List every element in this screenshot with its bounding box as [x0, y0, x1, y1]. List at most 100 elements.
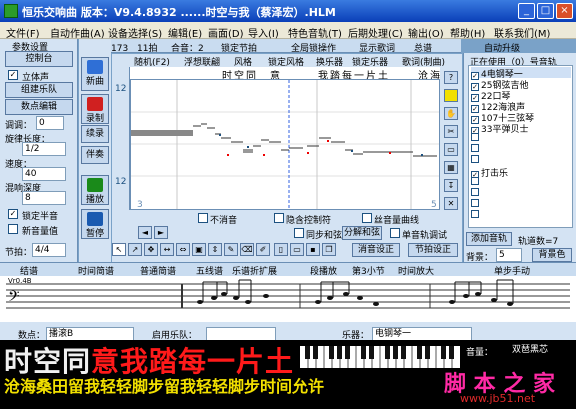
select-icon[interactable]: ▣: [192, 243, 206, 256]
key-select[interactable]: 0: [36, 116, 64, 130]
tempo-select[interactable]: 4/4: [32, 243, 66, 257]
continue-record-button[interactable]: 续录: [81, 125, 109, 143]
move-icon[interactable]: ✥: [144, 243, 158, 256]
copy-icon[interactable]: ▭: [444, 143, 458, 156]
lock-semitone-checkbox[interactable]: ✓: [8, 209, 18, 219]
track-checkbox[interactable]: [471, 210, 479, 218]
split-harmony-button[interactable]: 分解和弦: [342, 226, 382, 240]
menu-edit[interactable]: 编辑(E): [168, 25, 202, 40]
accompany-button[interactable]: 伴奏: [81, 146, 109, 164]
add-track-button[interactable]: 添加音轨: [466, 232, 512, 246]
pointer-icon[interactable]: ↖: [112, 243, 126, 256]
arrow-right-icon[interactable]: ►: [154, 226, 168, 239]
track-checkbox[interactable]: [471, 155, 479, 163]
play-button[interactable]: 播放: [81, 175, 109, 205]
eraser-icon[interactable]: ⌫: [240, 243, 254, 256]
piano-roll-canvas[interactable]: 3 5: [130, 79, 440, 210]
track-checkbox[interactable]: [471, 199, 479, 207]
hand-icon[interactable]: ✋: [444, 107, 458, 120]
reverb-depth-select[interactable]: 8: [22, 191, 66, 205]
new-song-button[interactable]: 新曲: [81, 57, 109, 91]
track-item[interactable]: ✓ 33平弹贝士: [471, 122, 528, 135]
hidden-control-checkbox[interactable]: [274, 213, 284, 223]
note-cluster[interactable]: [131, 130, 193, 136]
menu-auto-compose[interactable]: 自动作曲(A): [50, 25, 105, 40]
open-folder-icon[interactable]: ▭: [290, 243, 304, 256]
resize-icon[interactable]: ↔: [160, 243, 174, 256]
new-file-icon[interactable]: ▯: [274, 243, 288, 256]
lock-beat-toggle[interactable]: 锁定节拍: [221, 41, 257, 54]
no-reverb-checkbox[interactable]: [198, 213, 208, 223]
track-checkbox[interactable]: [471, 177, 479, 185]
bulb-icon[interactable]: [444, 89, 458, 102]
minimize-button[interactable]: _: [518, 3, 535, 19]
total-score-tab[interactable]: 总谱: [414, 41, 432, 54]
menu-import[interactable]: 导入(I): [248, 25, 279, 40]
track-item[interactable]: ✓ 122海浪声: [471, 100, 525, 113]
stereo-checkbox[interactable]: ✓: [8, 70, 18, 80]
rhythm-select[interactable]: 1/2: [22, 142, 66, 156]
show-lyrics-toggle[interactable]: 显示歌词: [359, 41, 395, 54]
save-icon[interactable]: ▪: [306, 243, 320, 256]
reverb-settings-button[interactable]: 消音设正: [352, 243, 400, 257]
new-volume-checkbox[interactable]: [8, 224, 18, 234]
menu-file[interactable]: 文件(F): [6, 25, 40, 40]
track-item[interactable]: [471, 199, 481, 210]
numeric-select[interactable]: 播滚B: [46, 327, 134, 341]
menu-output[interactable]: 输出(O): [408, 25, 444, 40]
chord-pro-toggle[interactable]: 双琶黑芯: [512, 342, 548, 355]
track-item[interactable]: [471, 133, 481, 144]
staff-score[interactable]: 𝄢 Vr0.4B: [0, 276, 576, 322]
control-console-button[interactable]: 控制台: [5, 51, 73, 67]
track-item[interactable]: ✓ 25钢弦吉他: [471, 78, 528, 91]
arrow-left-icon[interactable]: ◄: [138, 226, 152, 239]
close-button[interactable]: ×: [556, 3, 573, 19]
full-measure-toggle[interactable]: 全局锁操作: [291, 41, 336, 54]
lyric-curve-checkbox[interactable]: [362, 213, 372, 223]
menu-help[interactable]: 帮助(H): [450, 25, 485, 40]
single-track-checkbox[interactable]: [390, 228, 400, 238]
band-select[interactable]: [206, 327, 276, 341]
delete-icon[interactable]: ✕: [444, 197, 458, 210]
pitch-ruler[interactable]: 12 12: [112, 67, 130, 215]
cursor-icon[interactable]: ↗: [128, 243, 142, 256]
brush-icon[interactable]: ✐: [256, 243, 270, 256]
maximize-button[interactable]: □: [537, 3, 554, 19]
pencil-icon[interactable]: ✎: [224, 243, 238, 256]
track-item[interactable]: ✓ 22口琴: [471, 89, 510, 102]
track-checkbox[interactable]: [471, 133, 479, 141]
background-select[interactable]: 5: [496, 248, 522, 262]
menu-contact[interactable]: 联系我们(M): [494, 25, 550, 40]
cut-icon[interactable]: ✂: [444, 125, 458, 138]
background-color-button[interactable]: 背景色: [532, 248, 572, 262]
menu-device[interactable]: 设备选择(S): [108, 25, 162, 40]
track-checkbox[interactable]: [471, 188, 479, 196]
instrument-select[interactable]: 电钢琴一: [372, 327, 472, 341]
menu-view[interactable]: 画面(D): [208, 25, 244, 40]
numeric-edit-button[interactable]: 数点编辑: [5, 99, 73, 115]
track-item[interactable]: ✓ 107十三弦琴: [471, 111, 534, 124]
track-checkbox[interactable]: [471, 144, 479, 152]
stretch-icon[interactable]: ⇕: [208, 243, 222, 256]
question-icon[interactable]: ?: [444, 71, 458, 84]
arrows-icon[interactable]: ⇔: [176, 243, 190, 256]
copy-doc-icon[interactable]: ❐: [322, 243, 336, 256]
track-item[interactable]: [471, 188, 481, 199]
menu-post-process[interactable]: 后期处理(C): [348, 25, 403, 40]
track-item[interactable]: ✓ 4电钢琴一: [471, 67, 571, 80]
track-item[interactable]: [471, 144, 481, 155]
track-item[interactable]: [471, 177, 481, 188]
beat-settings-button[interactable]: 节拍设正: [408, 243, 458, 257]
track-list[interactable]: ✓ 4电钢琴一 ✓ 25钢弦吉他 ✓ 22口琴 ✓ 122海浪声 ✓ 107十三弦琴 ✓ 3…: [468, 65, 573, 228]
speed-select[interactable]: 40: [22, 167, 66, 181]
track-item[interactable]: [471, 210, 481, 221]
menu-special-track[interactable]: 特色音轨(T): [288, 25, 342, 40]
track-item[interactable]: ✓ 打击乐: [471, 166, 508, 179]
piano-keyboard[interactable]: [300, 346, 460, 368]
orchestra-button[interactable]: 组建乐队: [5, 82, 73, 98]
track-item[interactable]: [471, 155, 481, 166]
grid-icon[interactable]: ▦: [444, 161, 458, 174]
sync-harmony-checkbox[interactable]: [294, 228, 304, 238]
record-button[interactable]: 录制: [81, 94, 109, 124]
pause-button[interactable]: 暂停: [81, 209, 109, 239]
